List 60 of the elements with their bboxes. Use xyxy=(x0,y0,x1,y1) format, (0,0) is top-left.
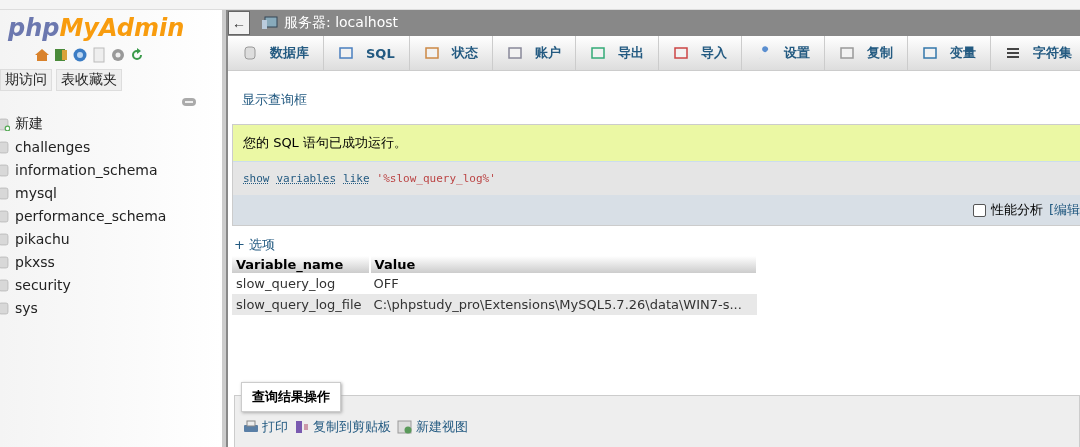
success-message: 您的 SQL 语句已成功运行。 xyxy=(233,125,1080,162)
tab[interactable]: 导入 xyxy=(658,36,742,70)
database-item[interactable]: security xyxy=(0,273,71,296)
link-icon[interactable] xyxy=(182,98,196,106)
server-breadcrumb[interactable]: 服务器: localhost xyxy=(284,14,398,32)
tab-icon xyxy=(506,45,523,61)
action-link[interactable]: 新建视图 xyxy=(397,418,468,436)
sidebar-tab[interactable]: 表收藏夹 xyxy=(56,69,122,91)
database-item[interactable]: 新建 xyxy=(0,112,43,135)
tab[interactable]: 设置 xyxy=(741,36,825,70)
tab-icon xyxy=(338,45,354,61)
database-item[interactable]: pkxss xyxy=(0,250,55,273)
server-icon xyxy=(262,16,278,30)
database-item[interactable]: information_schema xyxy=(0,158,158,181)
tab[interactable]: 导出 xyxy=(575,36,659,70)
tab-icon xyxy=(921,45,938,61)
show-query-link[interactable]: 显示查询框 xyxy=(242,91,307,109)
tab[interactable]: 复制 xyxy=(824,36,908,70)
home-icon[interactable] xyxy=(34,47,50,63)
database-item[interactable]: performance_schema xyxy=(0,204,167,227)
column-header[interactable]: Value xyxy=(369,256,757,273)
list-icon xyxy=(1004,45,1021,61)
tab[interactable]: SQL xyxy=(324,36,410,70)
action-link[interactable]: 打印 xyxy=(243,418,288,436)
settings-icon[interactable] xyxy=(110,47,126,63)
copy-icon xyxy=(294,419,310,435)
view-icon xyxy=(397,419,413,435)
tab-icon xyxy=(838,45,855,61)
tab-icon xyxy=(672,45,689,61)
table-cell: OFF xyxy=(369,273,757,294)
help-icon[interactable] xyxy=(72,47,88,63)
tab[interactable]: 变量 xyxy=(907,36,991,70)
tab-icon xyxy=(589,45,606,61)
tab[interactable]: 账户 xyxy=(492,36,576,70)
table-cell: slow_query_log xyxy=(232,273,370,294)
table-cell: C:\phpstudy_pro\Extensions\MySQL5.7.26\data\WIN7-s... xyxy=(369,294,757,315)
sidebar-tab[interactable]: 期访问 xyxy=(0,69,52,91)
edit-link[interactable]: [编辑 xyxy=(1048,201,1080,219)
tab[interactable]: 字符集 xyxy=(990,36,1080,70)
sql-query: show variables like '%slow_query_log%' xyxy=(233,162,1080,195)
options-link[interactable]: + 选项 xyxy=(234,236,276,254)
database-item[interactable]: pikachu xyxy=(0,227,70,250)
door-icon[interactable] xyxy=(53,47,69,63)
database-item[interactable]: sys xyxy=(0,296,38,319)
back-button[interactable]: ← xyxy=(228,11,250,35)
database-item[interactable]: challenges xyxy=(0,135,91,158)
section-legend: 查询结果操作 xyxy=(241,382,341,412)
database-icon xyxy=(242,45,258,61)
action-link[interactable]: 复制到剪贴板 xyxy=(294,418,391,436)
tab[interactable]: 状态 xyxy=(409,36,493,70)
column-header[interactable]: Variable_name xyxy=(232,256,370,273)
tab[interactable]: 数据库 xyxy=(228,36,324,70)
reload-icon[interactable] xyxy=(129,47,145,63)
tab-icon xyxy=(423,45,440,61)
profiling-checkbox[interactable] xyxy=(972,203,986,217)
table-cell: slow_query_log_file xyxy=(232,294,370,315)
logo[interactable]: phpMyAdmin xyxy=(0,10,185,42)
checkbox-label: 性能分析 xyxy=(990,201,1043,219)
database-item[interactable]: mysql xyxy=(0,181,57,204)
printer-icon xyxy=(243,419,259,435)
